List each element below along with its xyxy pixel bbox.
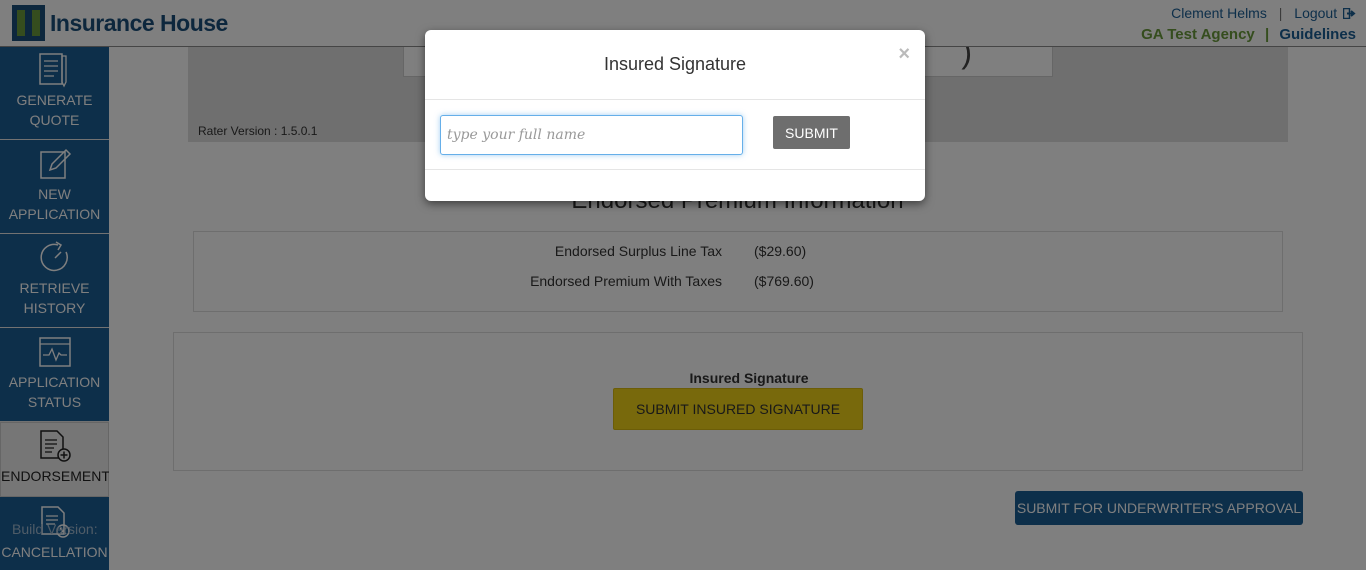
modal-body: SUBMIT [425, 100, 925, 170]
modal-submit-button[interactable]: SUBMIT [773, 116, 850, 149]
full-name-input[interactable] [440, 115, 743, 155]
close-icon[interactable]: × [898, 43, 910, 66]
modal-title: Insured Signature [603, 54, 747, 74]
insured-signature-modal: Insured Signature × SUBMIT [425, 30, 925, 201]
modal-header: Insured Signature × [425, 30, 925, 100]
